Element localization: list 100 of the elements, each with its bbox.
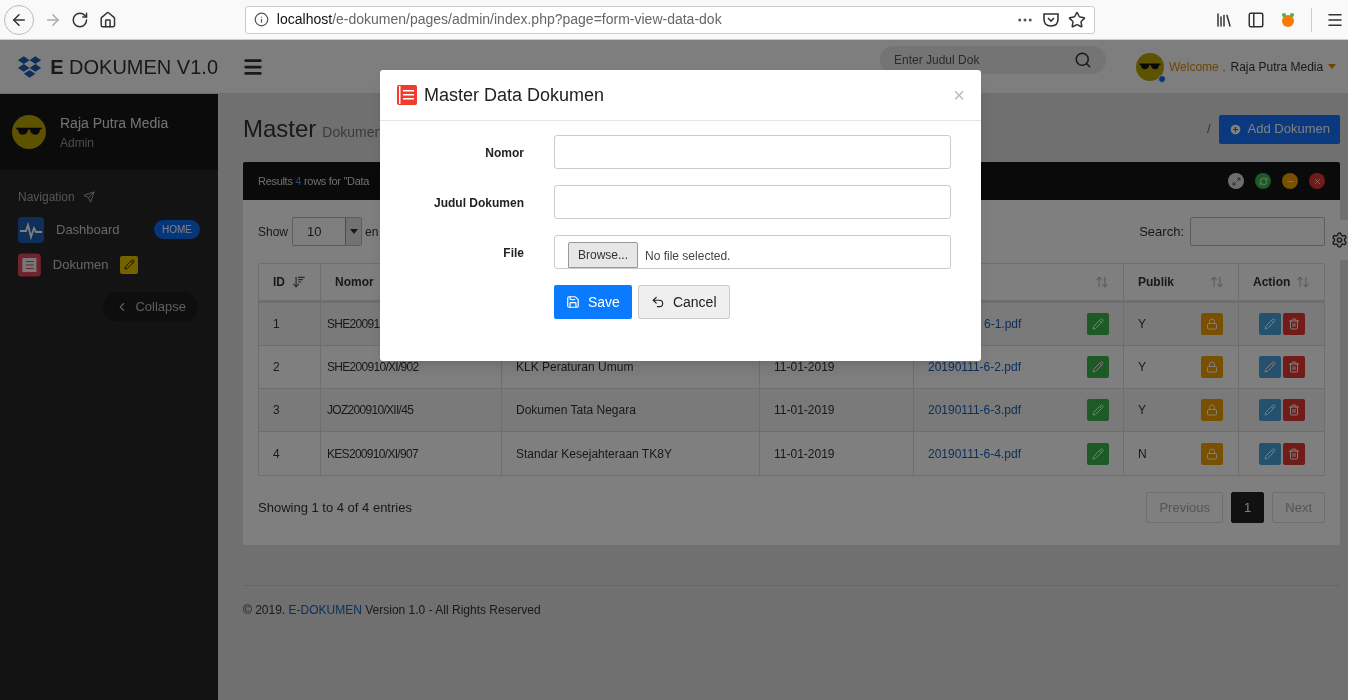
table-cell-text: 3 <box>273 402 280 419</box>
lock-button[interactable] <box>1201 356 1223 378</box>
reload-icon[interactable] <box>71 10 90 29</box>
trash-icon <box>1287 318 1300 330</box>
pencil-icon <box>123 259 135 270</box>
plus-icon <box>1228 122 1242 136</box>
file-link[interactable]: 20190111-6-4.pdf <box>928 444 1021 463</box>
sort-icon[interactable] <box>1095 275 1109 289</box>
pencil-icon <box>1263 404 1276 416</box>
page-title: Master <box>243 114 317 144</box>
field-label: Judul Dokumen <box>433 195 524 212</box>
search-label: Search: <box>1139 222 1184 241</box>
table-cell-text: SHE20091 <box>327 316 380 333</box>
nav-badge: HOME <box>154 220 200 239</box>
pocket-icon[interactable] <box>1042 10 1060 29</box>
app-logo-text: E DOKUMEN V1.0 <box>50 54 218 80</box>
address-bar[interactable]: localhost/e-dokumen/pages/admin/index.php?page=form-view-data-dok <box>244 5 1095 34</box>
info-icon[interactable] <box>253 12 269 27</box>
edit-file-button[interactable] <box>1087 356 1109 378</box>
edit-button[interactable] <box>1258 313 1281 335</box>
lock-icon <box>1206 318 1218 330</box>
welcome-text: Welcome , <box>1169 58 1226 76</box>
footer-text: © 2019. E-DOKUMEN Version 1.0 - All Rights Reserved <box>243 603 541 617</box>
edit-file-button[interactable] <box>1087 399 1109 421</box>
lock-icon <box>1206 404 1218 416</box>
lock-button[interactable] <box>1201 399 1223 421</box>
breadcrumb-separator: / <box>1207 120 1211 139</box>
browse-button[interactable]: Browse... <box>568 242 638 268</box>
field-label: Nomor <box>484 145 524 162</box>
table-cell-text: KLK Peraturan Umum <box>516 359 634 376</box>
pencil-icon <box>1263 318 1276 330</box>
footer-link[interactable]: E-DOKUMEN <box>288 603 362 617</box>
field-label: File <box>502 245 524 262</box>
url-text[interactable]: localhost/e-dokumen/pages/admin/index.php?page=form-view-data-dok <box>276 9 1008 30</box>
table-cell-text: 11-01-2019 <box>774 359 835 376</box>
home-icon[interactable] <box>99 10 117 29</box>
undo-icon <box>650 295 665 309</box>
text-field[interactable] <box>554 185 951 219</box>
table-cell-text: JOZ200910/XII/45 <box>327 402 414 419</box>
close-button[interactable] <box>1309 173 1325 189</box>
nav-item[interactable]: Dokumen <box>18 251 200 278</box>
column-header[interactable]: ID <box>273 273 285 291</box>
page-size-select[interactable]: 10 <box>292 217 363 246</box>
cancel-button[interactable]: Cancel <box>637 285 730 319</box>
add-button[interactable]: Add Dokumen <box>1218 114 1340 144</box>
delete-button[interactable] <box>1282 356 1305 378</box>
library-icon[interactable] <box>1215 10 1233 29</box>
book-icon <box>396 84 418 106</box>
file-link[interactable]: 20190111-6-3.pdf <box>928 401 1021 419</box>
extension-icon[interactable] <box>1279 10 1297 29</box>
column-header[interactable]: Publik <box>1138 273 1174 291</box>
results-text: Results 4 rows for "Data <box>258 173 370 189</box>
delete-button[interactable] <box>1282 399 1305 421</box>
refresh-button[interactable] <box>1255 173 1271 189</box>
sort-icon[interactable] <box>292 275 306 289</box>
pencil-icon <box>1263 447 1276 460</box>
edit-file-button[interactable] <box>1087 313 1109 335</box>
edit-file-button[interactable] <box>1087 442 1109 465</box>
star-icon[interactable] <box>1068 10 1086 29</box>
lock-button[interactable] <box>1201 442 1223 465</box>
column-header[interactable]: Nomor <box>335 273 374 291</box>
sort-icon[interactable] <box>1210 275 1224 289</box>
lock-button[interactable] <box>1201 313 1223 335</box>
edit-button[interactable] <box>1258 442 1281 465</box>
column-header[interactable]: Action <box>1253 273 1291 291</box>
table-cell-text: Y <box>1138 359 1146 376</box>
text-field[interactable] <box>554 135 951 169</box>
table-search-field[interactable] <box>1190 217 1325 246</box>
file-link[interactable]: 20190111-6-2.pdf <box>928 358 1021 376</box>
pulse-icon <box>18 216 44 243</box>
table-cell-text: Standar Kesejahteraan TK8Y <box>516 445 672 463</box>
entries-label: en <box>365 223 379 241</box>
delete-button[interactable] <box>1282 313 1305 335</box>
profile-role: Admin <box>60 134 95 152</box>
save-button[interactable]: Save <box>554 285 632 319</box>
sidebar-icon[interactable] <box>1247 10 1265 29</box>
search-icon[interactable] <box>1074 51 1092 69</box>
table-cell-text: KES200910/XI/907 <box>327 445 418 463</box>
expand-button[interactable] <box>1228 173 1244 189</box>
pencil-icon <box>1092 361 1104 373</box>
nav-item[interactable]: Dashboard HOME <box>18 216 200 243</box>
edit-button[interactable] <box>1258 399 1281 421</box>
send-icon <box>82 191 95 203</box>
collapse-button[interactable]: Collapse <box>103 292 198 322</box>
delete-button[interactable] <box>1282 442 1305 465</box>
table-cell-text: N <box>1138 445 1147 463</box>
sort-icon[interactable] <box>1296 275 1310 289</box>
refresh-icon <box>1258 176 1268 186</box>
pagination-button[interactable]: 1 <box>1231 492 1265 523</box>
search-field[interactable]: Enter Judul Dok <box>880 46 1106 74</box>
trash-icon <box>1287 404 1300 416</box>
user-name[interactable]: Raja Putra Media <box>1230 57 1324 76</box>
minimize-button[interactable] <box>1282 173 1298 189</box>
edit-button[interactable] <box>1258 356 1281 378</box>
caret-icon[interactable] <box>1328 63 1337 70</box>
profile-avatar <box>12 115 46 149</box>
table-cell-text: 11-01-2019 <box>774 402 835 419</box>
entries-info: Showing 1 to 4 of 4 entries <box>258 498 412 517</box>
file-field[interactable]: Browse... No file selected. <box>554 235 951 269</box>
table-cell-text: 11-01-2019 <box>774 445 835 463</box>
